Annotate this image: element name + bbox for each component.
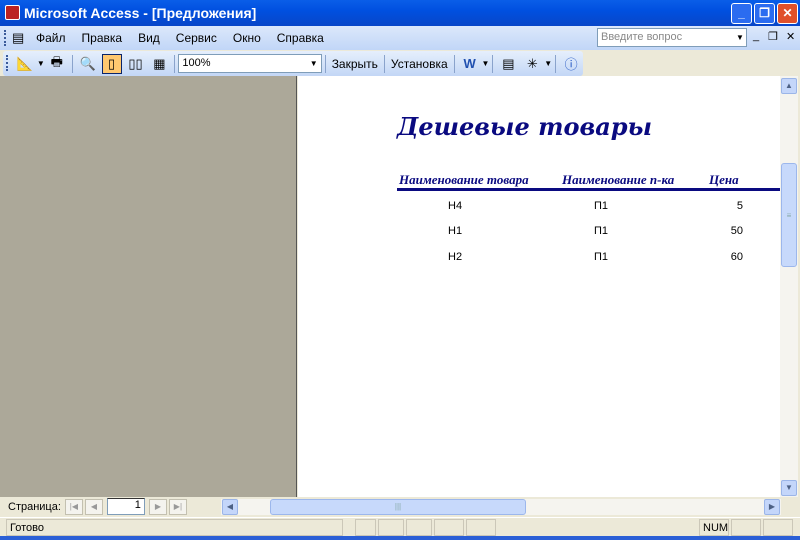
table-cell: П1 bbox=[594, 251, 609, 263]
chevron-down-icon[interactable]: ▼ bbox=[734, 29, 746, 46]
horizontal-scroll-thumb[interactable]: ||| bbox=[270, 499, 526, 515]
column-header-price: Цена bbox=[709, 172, 739, 187]
two-pages-icon[interactable]: ▯▯ bbox=[126, 54, 146, 74]
vertical-scrollbar[interactable]: ▲ ≡ ▼ bbox=[780, 76, 798, 497]
separator bbox=[324, 54, 326, 73]
minimize-button[interactable]: _ bbox=[731, 3, 752, 24]
table-cell: П1 bbox=[594, 200, 609, 212]
vertical-scroll-thumb[interactable]: ≡ bbox=[781, 163, 797, 267]
menu-help[interactable]: Справка bbox=[277, 31, 324, 45]
separator bbox=[492, 54, 494, 73]
chevron-down-icon[interactable]: ▼ bbox=[482, 59, 490, 68]
num-lock-indicator: NUM bbox=[699, 519, 729, 536]
chevron-down-icon[interactable]: ▼ bbox=[37, 59, 45, 68]
mdi-close-button[interactable]: ✕ bbox=[786, 30, 795, 43]
status-text: Готово bbox=[6, 519, 343, 536]
menu-edit[interactable]: Правка bbox=[82, 31, 123, 45]
one-page-icon[interactable]: ▯ bbox=[101, 53, 122, 74]
print-preview-toolbar: 📐 ▼ 🖶 🔍 ▯ ▯▯ ▦ 100% ▼ Закрыть Установка W ▼… bbox=[3, 51, 583, 76]
menu-grip[interactable] bbox=[4, 30, 7, 46]
scroll-down-button[interactable]: ▼ bbox=[781, 480, 797, 496]
new-object-icon[interactable]: ✳ bbox=[522, 54, 542, 74]
next-page-button[interactable]: ▶ bbox=[148, 498, 167, 515]
zoom-magnifier-icon[interactable]: 🔍 bbox=[78, 54, 98, 74]
status-panel bbox=[406, 519, 432, 536]
access-app-icon bbox=[5, 5, 20, 20]
menu-tools[interactable]: Сервис bbox=[176, 31, 217, 45]
separator bbox=[383, 54, 385, 73]
scroll-up-button[interactable]: ▲ bbox=[781, 78, 797, 94]
menu-file[interactable]: Файл bbox=[36, 31, 66, 45]
prev-page-button[interactable]: ◀ bbox=[84, 498, 103, 515]
preview-background bbox=[0, 76, 297, 497]
horizontal-scrollbar[interactable]: ◀ ||| ▶ bbox=[221, 499, 781, 515]
page-label: Страница: bbox=[8, 500, 61, 513]
status-panel bbox=[378, 519, 404, 536]
design-view-icon[interactable]: 📐 bbox=[15, 54, 35, 74]
status-panel bbox=[763, 519, 793, 536]
status-panel bbox=[466, 519, 496, 536]
db-window-icon[interactable]: ▤ bbox=[12, 30, 24, 46]
table-cell: 60 bbox=[730, 251, 743, 263]
scroll-right-button[interactable]: ▶ bbox=[764, 499, 780, 515]
ask-question-input[interactable]: Введите вопрос ▼ bbox=[597, 28, 747, 47]
chevron-down-icon[interactable]: ▼ bbox=[308, 56, 320, 71]
restore-button[interactable]: ❐ bbox=[754, 3, 775, 24]
status-bar: Готово NUM bbox=[0, 517, 800, 536]
table-cell: Н1 bbox=[448, 225, 463, 237]
taskbar-edge bbox=[0, 536, 800, 540]
close-button[interactable]: ✕ bbox=[777, 3, 798, 24]
first-page-button[interactable]: |◀ bbox=[64, 498, 83, 515]
zoom-value: 100% bbox=[182, 57, 211, 69]
help-icon[interactable]: ⓘ bbox=[561, 54, 581, 74]
status-panel bbox=[731, 519, 761, 536]
toolbar-grip[interactable] bbox=[6, 55, 9, 71]
chevron-down-icon[interactable]: ▼ bbox=[544, 59, 552, 68]
mdi-restore-button[interactable]: ❐ bbox=[768, 30, 778, 43]
report-page: Дешевые товары Наименование товара Наиме… bbox=[298, 76, 780, 497]
status-panel bbox=[355, 519, 376, 536]
separator bbox=[453, 54, 455, 73]
column-header-supplier: Наименование п-ка bbox=[562, 172, 675, 187]
header-rule bbox=[397, 188, 780, 191]
separator bbox=[555, 54, 557, 73]
page-number-input[interactable]: 1 bbox=[106, 498, 145, 515]
print-icon[interactable]: 🖶 bbox=[47, 54, 67, 74]
mdi-minimize-button[interactable]: _ bbox=[753, 30, 759, 42]
column-header-product: Наименование товара bbox=[399, 172, 529, 187]
separator bbox=[71, 54, 73, 73]
table-cell: 50 bbox=[730, 225, 743, 237]
report-title: Дешевые товары bbox=[397, 112, 652, 141]
table-cell: Н2 bbox=[448, 251, 463, 263]
table-cell: П1 bbox=[594, 225, 609, 237]
zoom-select[interactable]: 100% ▼ bbox=[178, 54, 322, 73]
close-preview-button[interactable]: Закрыть bbox=[329, 57, 381, 71]
separator bbox=[174, 54, 176, 73]
page-setup-button[interactable]: Установка bbox=[388, 57, 451, 71]
menu-view[interactable]: Вид bbox=[138, 31, 160, 45]
window-title: Microsoft Access - [Предложения] bbox=[24, 5, 257, 21]
last-page-button[interactable]: ▶| bbox=[168, 498, 187, 515]
table-cell: 5 bbox=[736, 200, 743, 212]
multiple-pages-icon[interactable]: ▦ bbox=[149, 54, 169, 74]
scroll-left-button[interactable]: ◀ bbox=[222, 499, 238, 515]
title-bar: Microsoft Access - [Предложения] _ ❐ ✕ bbox=[0, 0, 800, 26]
database-window-icon[interactable]: ▤ bbox=[498, 54, 518, 74]
office-links-word-icon[interactable]: W bbox=[460, 54, 480, 74]
menu-window[interactable]: Окно bbox=[233, 31, 261, 45]
table-cell: Н4 bbox=[448, 200, 463, 212]
ask-placeholder: Введите вопрос bbox=[601, 31, 683, 43]
